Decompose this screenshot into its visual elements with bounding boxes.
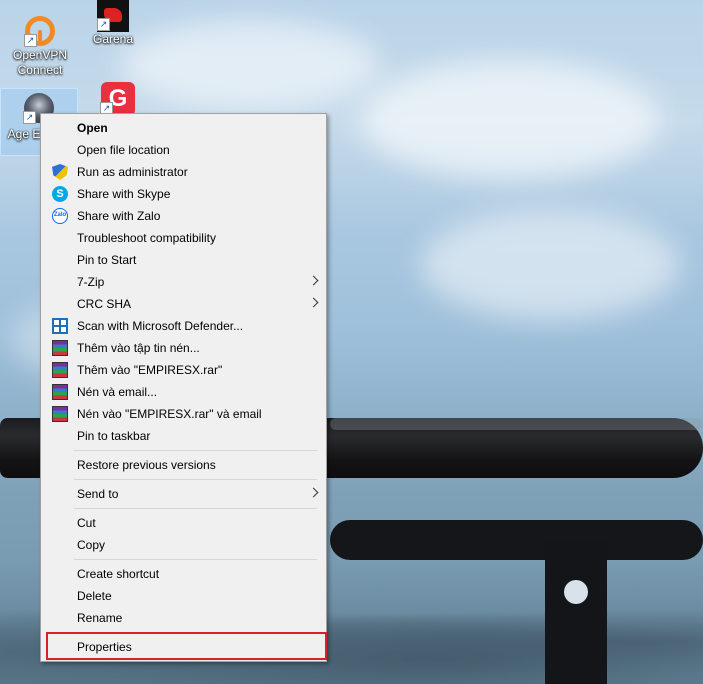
menu-separator (74, 559, 317, 560)
zalo-icon: Zalo (52, 208, 68, 224)
menu-item-label: Restore previous versions (77, 458, 216, 472)
menu-item-label: Rename (77, 611, 123, 625)
menu-item-share-with-zalo[interactable]: Zalo Share with Zalo (44, 205, 323, 227)
menu-separator (74, 450, 317, 451)
chevron-right-icon (308, 297, 319, 308)
winrar-icon (52, 406, 68, 422)
railing-lower-bar (330, 520, 703, 560)
menu-item-send-to[interactable]: Send to (44, 483, 323, 505)
winrar-icon (52, 362, 68, 378)
winrar-icon (52, 340, 68, 356)
desktop-icon-openvpn[interactable]: ↗ OpenVPN Connect (2, 6, 78, 78)
menu-item-label: Copy (77, 538, 106, 552)
desktop-icon-label: Garena (92, 32, 134, 46)
menu-item-winrar-add-to-archive[interactable]: Thêm vào tập tin nén... (44, 337, 323, 359)
menu-item-label: Nén và email... (77, 385, 158, 399)
menu-item-run-as-administrator[interactable]: Run as administrator (44, 161, 323, 183)
menu-item-winrar-add-to-rar[interactable]: Thêm vào "EMPIRESX.rar" (44, 359, 323, 381)
menu-item-label: Thêm vào tập tin nén... (77, 341, 200, 355)
properties-highlight-box (46, 632, 327, 660)
menu-item-winrar-compress-email[interactable]: Nén và email... (44, 381, 323, 403)
menu-item-label: Delete (77, 589, 112, 603)
menu-item-label: Troubleshoot compatibility (77, 231, 216, 245)
menu-item-label: Open (77, 121, 108, 135)
menu-item-cut[interactable]: Cut (44, 512, 323, 534)
menu-item-delete[interactable]: Delete (44, 585, 323, 607)
menu-item-rename[interactable]: Rename (44, 607, 323, 629)
menu-item-copy[interactable]: Copy (44, 534, 323, 556)
uac-shield-icon (52, 164, 68, 180)
railing-post-hole (564, 580, 588, 604)
chevron-right-icon (308, 275, 319, 286)
menu-item-label: Share with Zalo (77, 209, 161, 223)
defender-icon (52, 318, 68, 334)
context-menu: Open Open file location Run as administr… (40, 113, 327, 662)
menu-item-label: 7-Zip (77, 275, 105, 289)
menu-item-restore-previous-versions[interactable]: Restore previous versions (44, 454, 323, 476)
menu-item-open[interactable]: Open (44, 117, 323, 139)
chevron-right-icon (308, 487, 319, 498)
menu-item-label: Run as administrator (77, 165, 188, 179)
shortcut-arrow-icon: ↗ (97, 18, 110, 31)
desktop-icon-label: OpenVPN Connect (12, 48, 68, 77)
menu-item-label: Thêm vào "EMPIRESX.rar" (77, 363, 223, 377)
railing-post (545, 540, 607, 684)
menu-item-scan-with-defender[interactable]: Scan with Microsoft Defender... (44, 315, 323, 337)
skype-icon: S (52, 186, 68, 202)
menu-separator (74, 479, 317, 480)
menu-item-label: Cut (77, 516, 96, 530)
menu-item-share-with-skype[interactable]: S Share with Skype (44, 183, 323, 205)
menu-item-pin-to-taskbar[interactable]: Pin to taskbar (44, 425, 323, 447)
menu-item-troubleshoot-compatibility[interactable]: Troubleshoot compatibility (44, 227, 323, 249)
menu-item-label: Pin to Start (77, 253, 137, 267)
menu-item-crc-sha[interactable]: CRC SHA (44, 293, 323, 315)
shortcut-arrow-icon: ↗ (24, 34, 37, 47)
desktop-icon-g-app[interactable]: G ↗ (80, 82, 156, 116)
menu-item-open-file-location[interactable]: Open file location (44, 139, 323, 161)
menu-item-pin-to-start[interactable]: Pin to Start (44, 249, 323, 271)
menu-item-label: Create shortcut (77, 567, 160, 581)
menu-item-label: Scan with Microsoft Defender... (77, 319, 244, 333)
menu-item-label: Pin to taskbar (77, 429, 151, 443)
menu-item-label: CRC SHA (77, 297, 132, 311)
railing-highlight (330, 418, 703, 430)
cloud (420, 210, 680, 320)
menu-separator (74, 508, 317, 509)
cloud (120, 20, 380, 110)
menu-item-7-zip[interactable]: 7-Zip (44, 271, 323, 293)
menu-item-winrar-compress-rar-email[interactable]: Nén vào "EMPIRESX.rar" và email (44, 403, 323, 425)
shortcut-arrow-icon: ↗ (23, 111, 36, 124)
desktop-icon-garena[interactable]: ↗ Garena (75, 0, 151, 47)
cloud (360, 60, 660, 180)
menu-item-label: Send to (77, 487, 119, 501)
menu-item-label: Open file location (77, 143, 170, 157)
menu-item-label: Share with Skype (77, 187, 171, 201)
menu-item-label: Nén vào "EMPIRESX.rar" và email (77, 407, 262, 421)
menu-item-create-shortcut[interactable]: Create shortcut (44, 563, 323, 585)
winrar-icon (52, 384, 68, 400)
